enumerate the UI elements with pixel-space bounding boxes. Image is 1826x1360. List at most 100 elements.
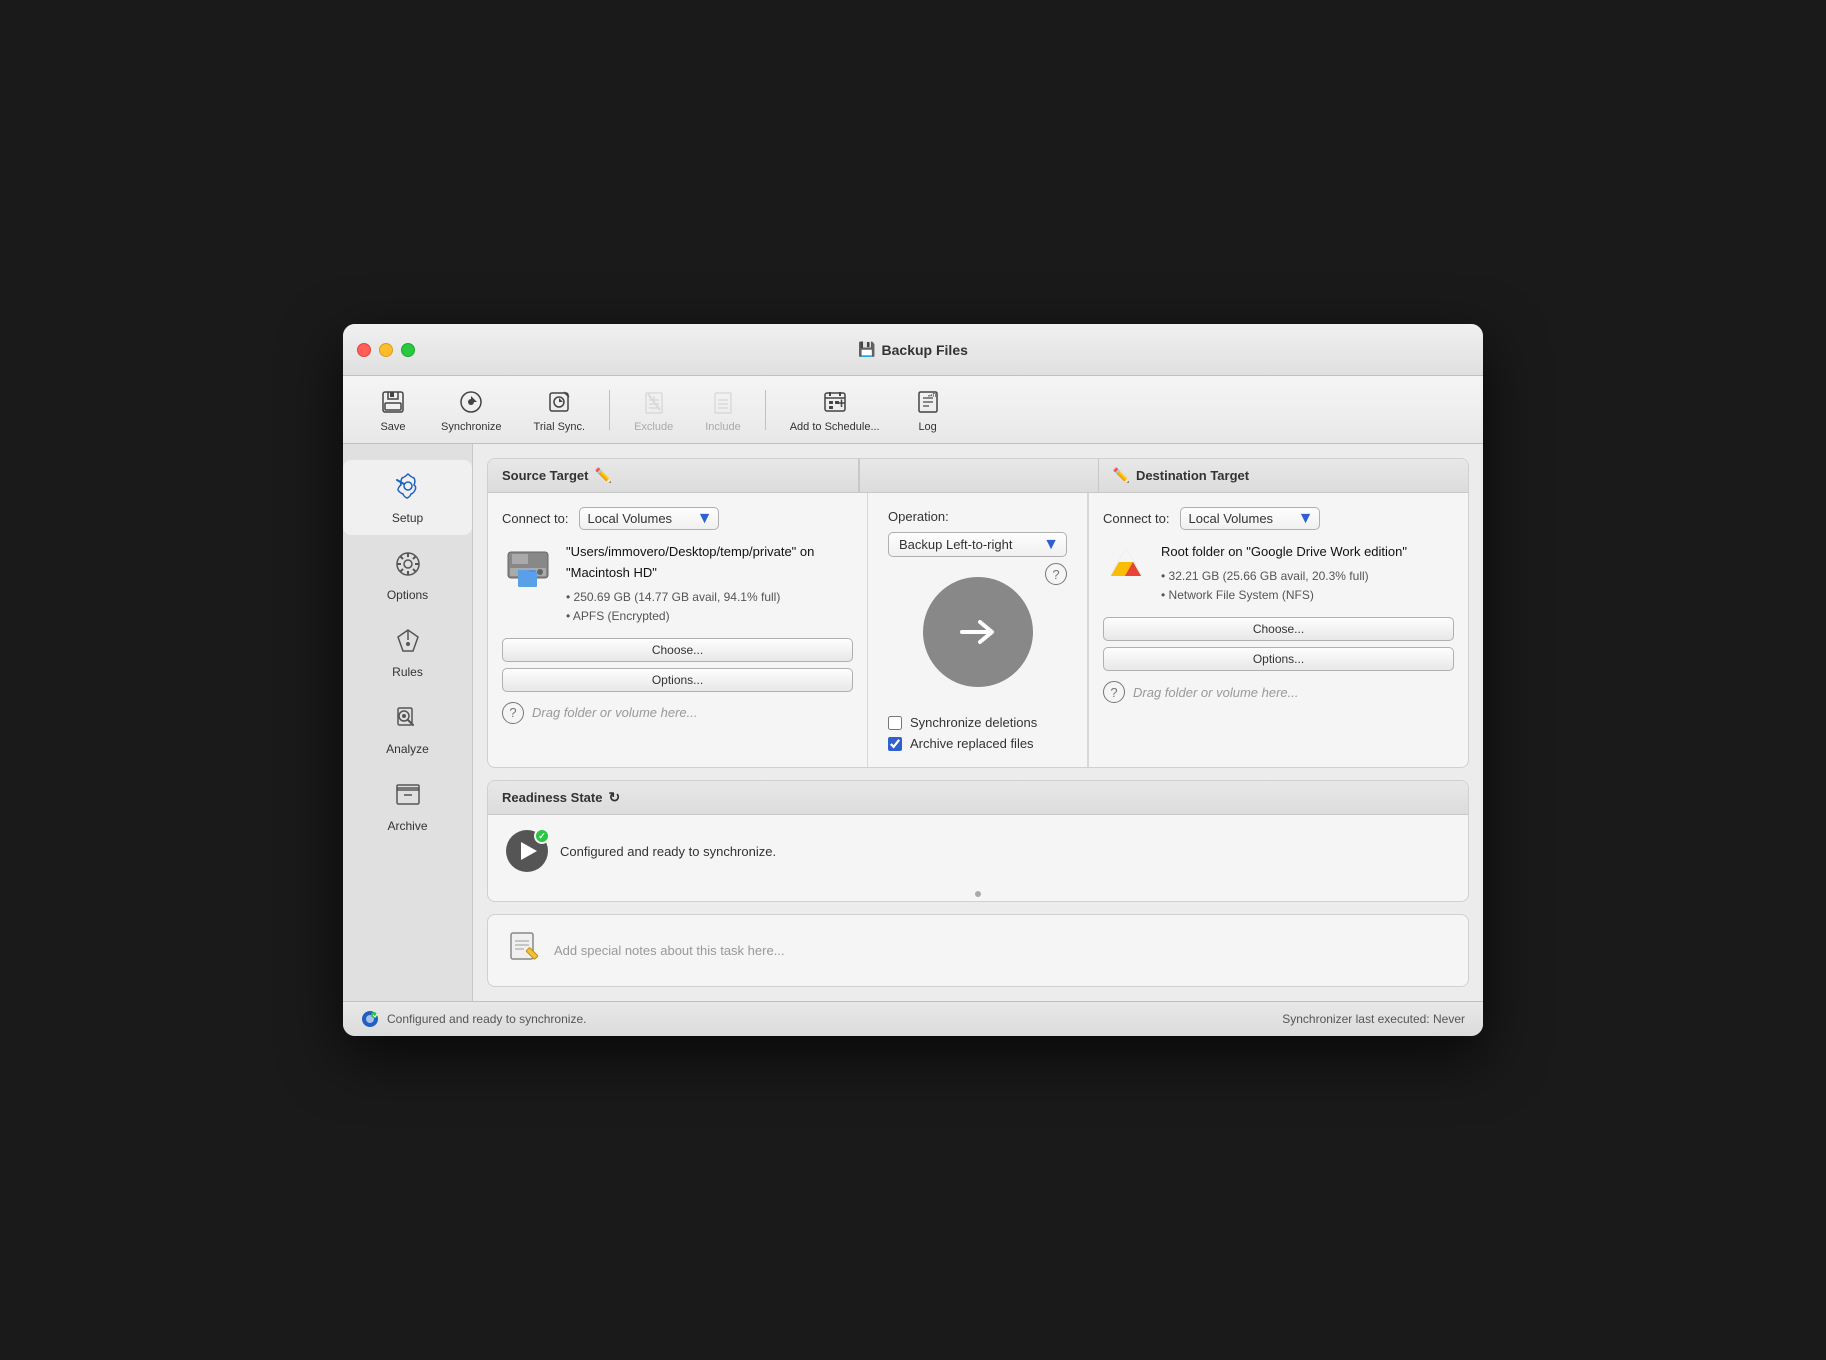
source-help-button[interactable]: ? bbox=[502, 702, 524, 724]
readiness-play-button[interactable]: ✓ bbox=[506, 830, 548, 872]
sync-deletions-row[interactable]: Synchronize deletions bbox=[888, 715, 1067, 730]
save-button[interactable]: Save bbox=[363, 382, 423, 437]
status-badge: ✓ bbox=[534, 828, 550, 844]
options-icon bbox=[393, 549, 423, 584]
title-bar: 💾 Backup Files bbox=[343, 324, 1483, 376]
source-connect-select[interactable]: Local Volumes bbox=[579, 507, 719, 530]
source-header: Source Target ✏️ bbox=[488, 459, 859, 492]
main-layout: Setup Op bbox=[343, 444, 1483, 1001]
toolbar: Save Synchronize Trial Sync bbox=[343, 376, 1483, 444]
scroll-indicator bbox=[975, 891, 981, 897]
dest-volume-text: Root folder on "Google Drive Work editio… bbox=[1161, 542, 1407, 605]
dest-connect-label: Connect to: bbox=[1103, 511, 1170, 526]
targets-panel: Source Target ✏️ ✏️ Destination Target C… bbox=[487, 458, 1469, 768]
readiness-status-text: Configured and ready to synchronize. bbox=[560, 844, 776, 859]
source-section: Connect to: Local Volumes ▼ bbox=[488, 493, 868, 767]
readiness-header: Readiness State ↻ bbox=[488, 781, 1468, 815]
maximize-button[interactable] bbox=[401, 343, 415, 357]
play-triangle bbox=[521, 842, 537, 860]
dest-connect-select[interactable]: Local Volumes bbox=[1180, 507, 1320, 530]
destination-section: Connect to: Local Volumes ▼ bbox=[1088, 493, 1468, 767]
dest-connect-select-container: Local Volumes ▼ bbox=[1180, 507, 1320, 530]
save-icon bbox=[377, 386, 409, 418]
setup-icon bbox=[392, 470, 424, 507]
dest-volume-icon bbox=[1103, 542, 1149, 588]
source-choose-button[interactable]: Choose... bbox=[502, 638, 853, 662]
schedule-icon bbox=[819, 386, 851, 418]
status-left: Configured and ready to synchronize. bbox=[361, 1010, 586, 1028]
trial-sync-icon bbox=[543, 386, 575, 418]
operation-select[interactable]: Backup Left-to-right bbox=[888, 532, 1067, 557]
operation-arrow-circle bbox=[923, 577, 1033, 687]
notes-panel: Add special notes about this task here..… bbox=[487, 914, 1469, 987]
content-area: Source Target ✏️ ✏️ Destination Target C… bbox=[473, 444, 1483, 1001]
dest-connect-row: Connect to: Local Volumes ▼ bbox=[1103, 507, 1454, 530]
dest-edit-icon: ✏️ bbox=[1113, 467, 1130, 484]
title-icon: 💾 bbox=[858, 341, 875, 358]
operation-label: Operation: bbox=[888, 509, 949, 524]
source-volume-icon bbox=[502, 542, 554, 594]
archive-icon bbox=[393, 780, 423, 815]
close-button[interactable] bbox=[357, 343, 371, 357]
source-drag-area: ? Drag folder or volume here... bbox=[502, 702, 853, 724]
readiness-body: ✓ Configured and ready to synchronize. bbox=[488, 815, 1468, 887]
sidebar-item-setup[interactable]: Setup bbox=[343, 460, 472, 535]
source-volume-info: "Users/immovero/Desktop/temp/private" on… bbox=[502, 542, 853, 626]
source-connect-row: Connect to: Local Volumes ▼ bbox=[502, 507, 853, 530]
dest-drag-area: ? Drag folder or volume here... bbox=[1103, 681, 1454, 703]
status-icon bbox=[361, 1010, 379, 1028]
source-volume-text: "Users/immovero/Desktop/temp/private" on… bbox=[566, 542, 853, 626]
dest-header: ✏️ Destination Target bbox=[1099, 459, 1469, 492]
operation-checkboxes: Synchronize deletions Archive replaced f… bbox=[888, 715, 1067, 751]
status-left-text: Configured and ready to synchronize. bbox=[387, 1012, 586, 1026]
archive-replaced-row[interactable]: Archive replaced files bbox=[888, 736, 1067, 751]
synchronize-button[interactable]: Synchronize bbox=[427, 382, 516, 437]
source-connect-select-container: Local Volumes ▼ bbox=[579, 507, 719, 530]
traffic-lights bbox=[357, 343, 415, 357]
minimize-button[interactable] bbox=[379, 343, 393, 357]
operation-select-container: Backup Left-to-right ▼ bbox=[888, 532, 1067, 557]
archive-replaced-checkbox[interactable] bbox=[888, 737, 902, 751]
trial-sync-button[interactable]: Trial Sync. bbox=[520, 382, 600, 437]
source-btn-row: Choose... Options... bbox=[502, 638, 853, 692]
sidebar: Setup Op bbox=[343, 444, 473, 1001]
readiness-refresh-icon[interactable]: ↻ bbox=[608, 789, 620, 806]
exclude-button[interactable]: Exclude bbox=[620, 382, 687, 437]
sync-deletions-checkbox[interactable] bbox=[888, 716, 902, 730]
include-icon bbox=[707, 386, 739, 418]
operation-section: Operation: Backup Left-to-right ▼ bbox=[868, 493, 1088, 767]
operation-help-button[interactable]: ? bbox=[1045, 563, 1067, 585]
dest-btn-row: Choose... Options... bbox=[1103, 617, 1454, 671]
analyze-icon bbox=[393, 703, 423, 738]
dest-drag-text: Drag folder or volume here... bbox=[1133, 685, 1298, 700]
log-icon: ↵n bbox=[912, 386, 944, 418]
add-to-schedule-button[interactable]: Add to Schedule... bbox=[776, 382, 894, 437]
main-window: 💾 Backup Files Save bbox=[343, 324, 1483, 1036]
sidebar-item-options[interactable]: Options bbox=[343, 539, 472, 612]
dest-options-button[interactable]: Options... bbox=[1103, 647, 1454, 671]
window-title: 💾 Backup Files bbox=[858, 341, 968, 358]
notes-placeholder-text: Add special notes about this task here..… bbox=[554, 943, 785, 958]
rules-icon bbox=[393, 626, 423, 661]
sidebar-item-analyze[interactable]: Analyze bbox=[343, 693, 472, 766]
dest-choose-button[interactable]: Choose... bbox=[1103, 617, 1454, 641]
toolbar-separator-2 bbox=[765, 390, 766, 430]
status-right-text: Synchronizer last executed: Never bbox=[1282, 1012, 1465, 1026]
svg-text:↵n: ↵n bbox=[928, 391, 936, 399]
include-button[interactable]: Include bbox=[691, 382, 754, 437]
synchronize-icon bbox=[455, 386, 487, 418]
toolbar-separator-1 bbox=[609, 390, 610, 430]
status-bar: Configured and ready to synchronize. Syn… bbox=[343, 1001, 1483, 1036]
dest-help-button[interactable]: ? bbox=[1103, 681, 1125, 703]
source-options-button[interactable]: Options... bbox=[502, 668, 853, 692]
sidebar-item-archive[interactable]: Archive bbox=[343, 770, 472, 843]
exclude-icon bbox=[638, 386, 670, 418]
notes-icon bbox=[506, 929, 542, 972]
sidebar-item-rules[interactable]: Rules bbox=[343, 616, 472, 689]
source-edit-icon[interactable]: ✏️ bbox=[594, 467, 611, 484]
log-button[interactable]: ↵n Log bbox=[898, 382, 958, 437]
source-drag-text: Drag folder or volume here... bbox=[532, 705, 697, 720]
source-connect-label: Connect to: bbox=[502, 511, 569, 526]
dest-volume-info: Root folder on "Google Drive Work editio… bbox=[1103, 542, 1454, 605]
readiness-panel: Readiness State ↻ ✓ Configured and ready… bbox=[487, 780, 1469, 902]
